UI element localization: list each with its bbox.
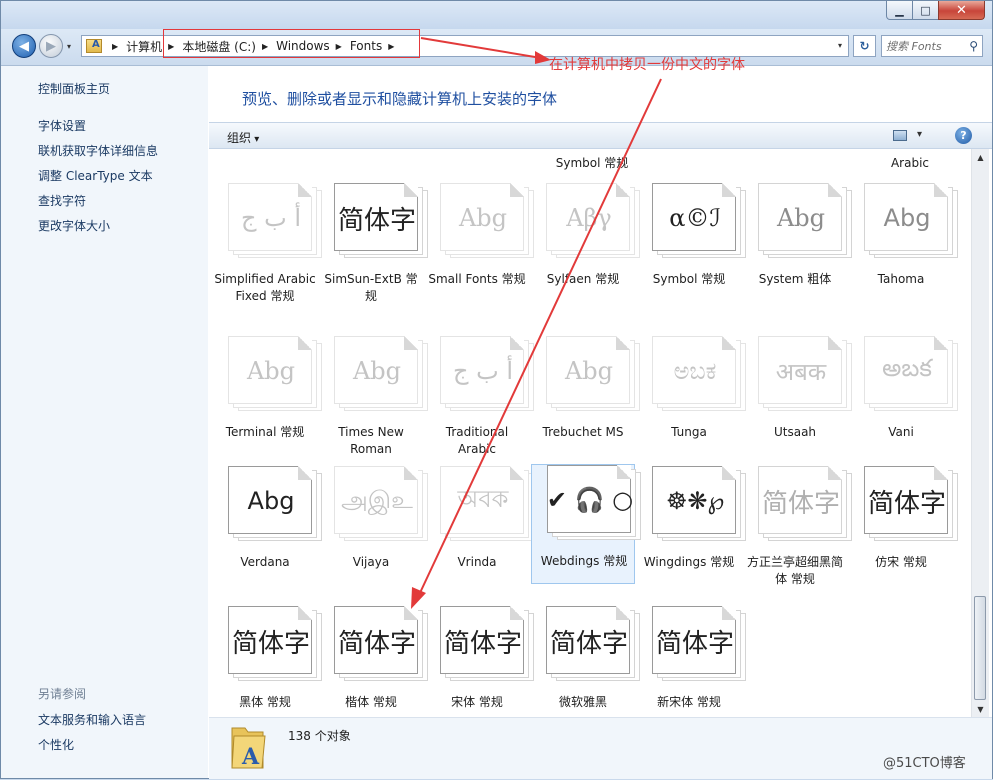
annotation-arrowhead [411,587,426,609]
annotation-arrowhead [535,51,551,64]
explorer-window: ▁ □ ✕ ◀ ▶ ▾ ▶ 计算机▶ 本地磁盘 (C:)▶ Windows▶ F… [0,0,993,779]
watermark-text: @51CTO博客 [883,756,966,771]
annotation-arrow-line [418,78,662,596]
annotation-arrows [411,37,662,609]
annotation-arrow-line [420,37,542,59]
